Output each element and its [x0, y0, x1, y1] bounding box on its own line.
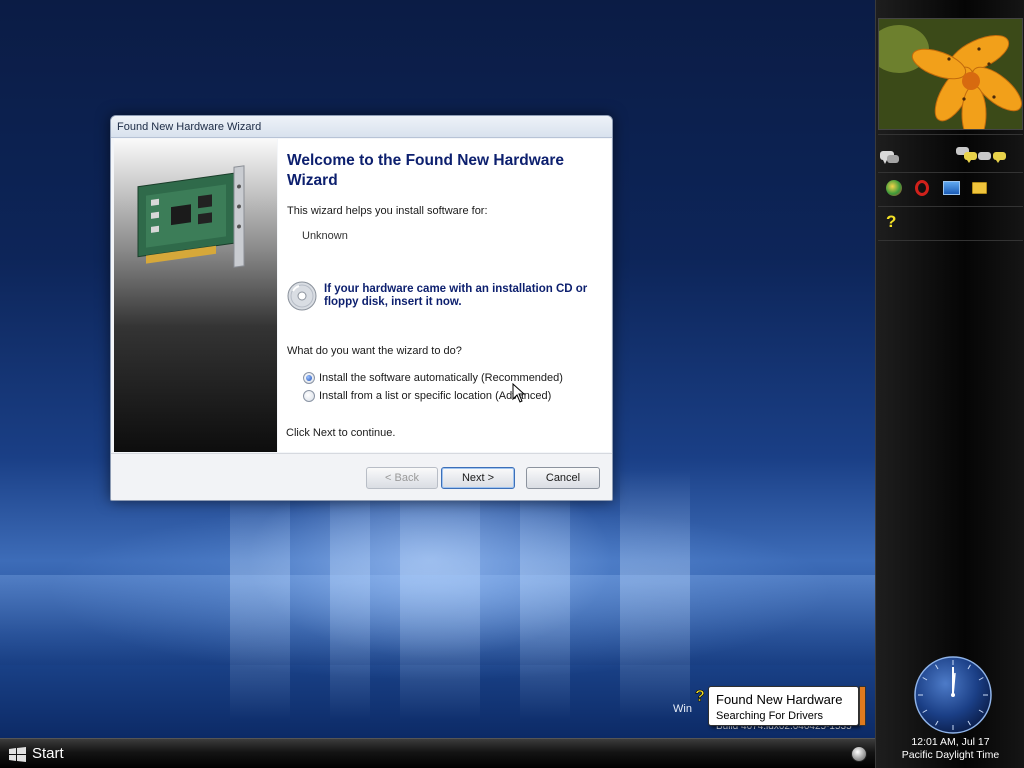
horizon-reflection	[0, 575, 875, 665]
back-button[interactable]: < Back	[366, 467, 438, 489]
found-new-hardware-wizard-window: Found New Hardware Wizard Welcome to the	[110, 115, 613, 501]
slideshow-gadget[interactable]	[878, 18, 1023, 130]
question-text: What do you want the wizard to do?	[287, 345, 462, 357]
next-button[interactable]: Next >	[441, 467, 515, 489]
wizard-side-panel	[114, 139, 277, 452]
intro-text: This wizard helps you install software f…	[287, 205, 488, 217]
window-titlebar[interactable]: Found New Hardware Wizard	[111, 116, 612, 138]
monitor-icon[interactable]	[943, 181, 960, 195]
chat-icon	[880, 151, 899, 164]
wizard-content: Welcome to the Found New Hardware Wizard…	[278, 139, 611, 452]
separator	[878, 240, 1023, 241]
build-watermark-text: Win	[673, 703, 692, 715]
chrome-icon[interactable]	[886, 180, 902, 196]
window-title: Found New Hardware Wizard	[117, 121, 262, 133]
flower-photo	[879, 19, 1022, 129]
tray-network-icon[interactable]	[851, 746, 867, 762]
wizard-heading: Welcome to the Found New Hardware Wizard	[287, 152, 565, 189]
clock-timezone: Pacific Daylight Time	[901, 749, 1000, 761]
taskbar: Start	[0, 738, 875, 768]
analog-clock-icon	[914, 656, 992, 734]
clock-gadget[interactable]: 12:01 AM, Jul 17 Pacific Daylight Time	[876, 652, 1024, 768]
cd-prompt-row: If your hardware came with an installati…	[287, 279, 607, 313]
svg-text:?: ?	[695, 688, 705, 705]
help-icon: ?	[695, 688, 705, 706]
clock-time-date: 12:01 AM, Jul 17	[911, 736, 990, 748]
windows-logo-icon	[9, 747, 26, 762]
cancel-button[interactable]: Cancel	[526, 467, 600, 489]
balloon-accent	[859, 686, 866, 726]
cd-prompt-text: If your hardware came with an installati…	[324, 283, 588, 308]
continue-hint: Click Next to continue.	[286, 427, 396, 439]
option-automatic-label[interactable]: Install the software automatically (Reco…	[319, 372, 563, 384]
opera-icon[interactable]	[915, 180, 929, 196]
device-name: Unknown	[302, 230, 348, 242]
cd-icon	[287, 281, 317, 311]
separator	[878, 206, 1023, 207]
contacts-icon	[956, 147, 1006, 163]
pci-card-icon	[137, 165, 245, 268]
balloon-title: Found New Hardware	[716, 692, 843, 707]
windows-sidebar: ? 12:01 AM, Jul 17 Pacific Daylight Time	[875, 0, 1024, 768]
wizard-button-bar: < Back Next > Cancel	[111, 453, 612, 500]
separator	[878, 134, 1023, 135]
start-button[interactable]: Start	[4, 743, 74, 765]
mouse-cursor-icon	[512, 383, 526, 403]
help-icon[interactable]: ?	[886, 212, 896, 232]
balloon-body: Searching For Drivers	[716, 710, 823, 722]
found-hardware-balloon[interactable]: Found New Hardware Searching For Drivers	[708, 686, 859, 726]
messenger-gadget[interactable]	[878, 145, 1023, 171]
radio-advanced[interactable]	[303, 390, 315, 402]
folder-icon[interactable]	[972, 182, 987, 194]
separator	[878, 172, 1023, 173]
radio-automatic[interactable]	[303, 372, 315, 384]
start-label: Start	[32, 745, 64, 762]
